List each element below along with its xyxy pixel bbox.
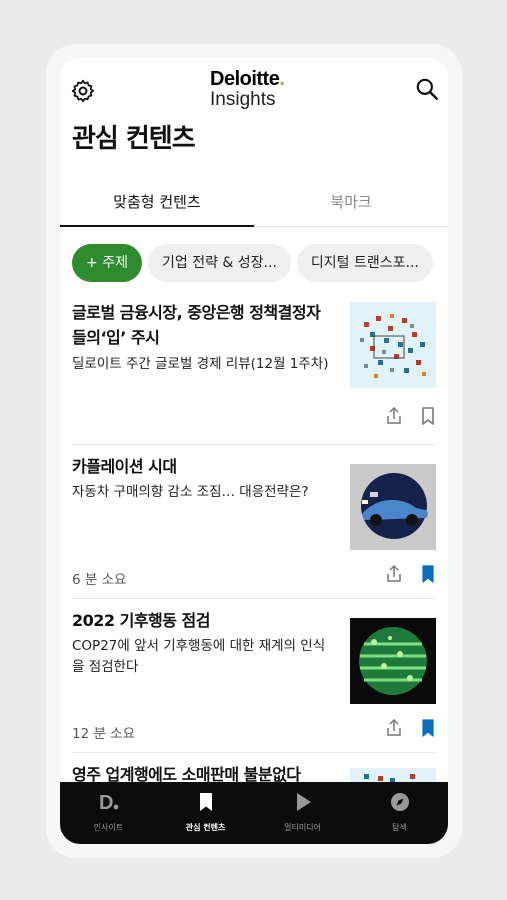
article-card[interactable]: 카플레이션 시대 자동차 구매의향 감소 조짐… 대응전략은? 6 분 소요	[72, 444, 436, 598]
nav-saved-content[interactable]: 관심 컨텐츠	[157, 782, 254, 844]
bottom-navigation: D 인사이트 관심 컨텐츠 멀티미디어 탐색	[60, 782, 448, 844]
bookmark-icon[interactable]	[418, 406, 438, 426]
logo-dot: .	[279, 68, 285, 90]
svg-text:D: D	[99, 792, 113, 813]
nav-multimedia[interactable]: 멀티미디어	[254, 782, 351, 844]
search-icon[interactable]	[414, 76, 440, 102]
topic-chips: + 주제 기업 전략 & 성장... 디지털 트랜스포...	[72, 244, 448, 284]
nav-insights[interactable]: D 인사이트	[60, 782, 157, 844]
bookmark-icon	[194, 791, 218, 813]
app-screen: Deloitte. Insights 관심 컨텐츠 맞춤형 컨텐츠 북마크 + …	[60, 58, 448, 844]
article-subtitle: COP27에 앞서 기후행동에 대한 재계의 인식을 점검한다	[72, 638, 326, 675]
share-icon[interactable]	[384, 718, 404, 738]
play-icon	[291, 791, 315, 813]
nav-explore[interactable]: 탐색	[351, 782, 448, 844]
nav-label: 멀티미디어	[284, 823, 321, 832]
nav-label: 관심 컨텐츠	[185, 823, 226, 832]
article-thumbnail[interactable]	[350, 768, 436, 782]
share-icon[interactable]	[384, 406, 404, 426]
article-subtitle: 자동차 구매의향 감소 조짐… 대응전략은?	[72, 484, 309, 500]
bookmark-filled-icon[interactable]	[418, 564, 438, 584]
add-topic-button[interactable]: + 주제	[72, 244, 142, 282]
tab-personalized[interactable]: 맞춤형 컨텐츠	[60, 180, 254, 227]
article-title[interactable]: 글로벌 금융시장, 중앙은행 정책결정자들의‘입’ 주시	[72, 300, 334, 350]
page-title: 관심 컨텐츠	[72, 124, 196, 154]
logo-wordmark: Deloitte	[210, 68, 280, 90]
nav-label: 탐색	[392, 823, 407, 832]
tab-bar: 맞춤형 컨텐츠 북마크	[60, 180, 448, 227]
article-card[interactable]: 2022 기후행동 점검 COP27에 앞서 기후행동에 대한 재계의 인식을 …	[72, 598, 436, 752]
article-subtitle: 딜로이트 주간 글로벌 경제 리뷰(12월 1주차)	[72, 356, 329, 372]
deloitte-d-icon: D	[97, 791, 121, 814]
article-title[interactable]: 영주 업계행에도 소매판매 불분없다	[72, 762, 334, 782]
article-title[interactable]: 2022 기후행동 점검	[72, 608, 334, 633]
nav-label: 인사이트	[93, 823, 124, 832]
article-thumbnail[interactable]	[350, 302, 436, 388]
bookmark-filled-icon[interactable]	[418, 718, 438, 738]
article-title[interactable]: 카플레이션 시대	[72, 454, 334, 479]
gear-icon[interactable]	[70, 78, 96, 104]
article-thumbnail[interactable]	[350, 464, 436, 550]
article-card[interactable]: 영주 업계행에도 소매판매 불분없다	[72, 752, 436, 782]
share-icon[interactable]	[384, 564, 404, 584]
tab-bookmarks[interactable]: 북마크	[254, 180, 448, 226]
read-time: 12 분 소요	[72, 726, 136, 742]
article-card[interactable]: 글로벌 금융시장, 중앙은행 정책결정자들의‘입’ 주시 딜로이트 주간 글로벌…	[72, 290, 436, 440]
logo-subtitle: Insights	[210, 89, 276, 110]
deloitte-insights-logo: Deloitte. Insights	[210, 68, 320, 110]
topic-chip[interactable]: 디지털 트랜스포...	[296, 244, 433, 282]
topic-chip[interactable]: 기업 전략 & 성장...	[148, 244, 291, 282]
compass-icon	[388, 791, 412, 813]
article-feed: 글로벌 금융시장, 중앙은행 정책결정자들의‘입’ 주시 딜로이트 주간 글로벌…	[60, 290, 448, 782]
article-thumbnail[interactable]	[350, 618, 436, 704]
read-time: 6 분 소요	[72, 572, 127, 588]
